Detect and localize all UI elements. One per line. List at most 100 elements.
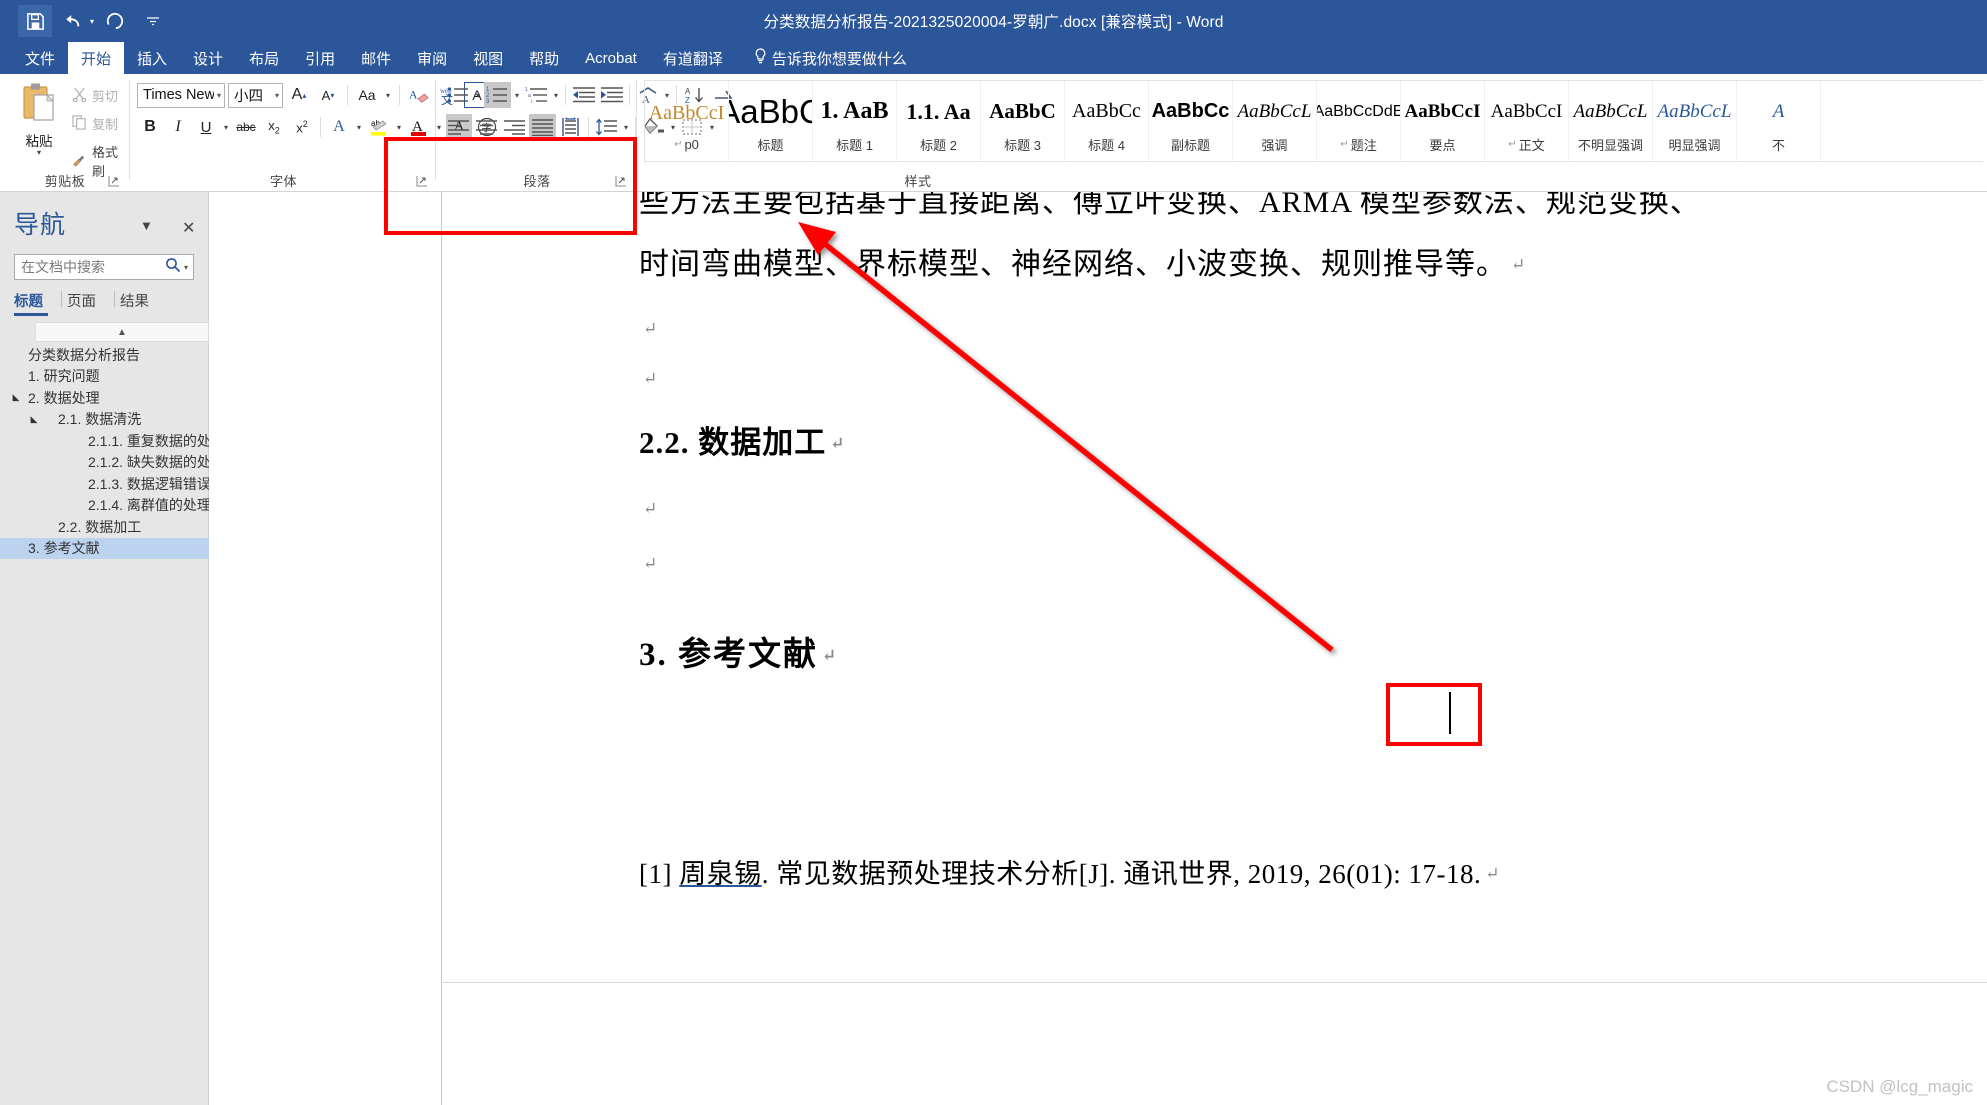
style-item[interactable]: AaBbC 标题 [729,81,813,161]
change-case-dropdown-icon[interactable]: ▾ [383,91,393,100]
subscript-button[interactable]: x2 [261,114,287,140]
tab-youdao-translate[interactable]: 有道翻译 [650,42,736,74]
navigation-outline-item[interactable]: 2.1.1. 重复数据的处理 [0,430,225,452]
navigation-pane-collapse-icon[interactable]: ▼ [140,218,153,233]
tab-mailings[interactable]: 邮件 [348,42,404,74]
paragraph-dialog-launcher[interactable] [615,175,629,189]
search-icon[interactable] [165,257,181,278]
style-item[interactable]: AaBbCcI 要点 [1401,81,1485,161]
style-item[interactable]: AaBbCc 副标题 [1149,81,1233,161]
font-dialog-launcher[interactable] [416,175,430,189]
increase-indent-button[interactable] [598,82,625,108]
paste-dropdown-icon[interactable]: ▾ [10,149,68,157]
navigation-search-input[interactable]: 在文档中搜索 [21,257,165,277]
line-spacing-button[interactable] [593,114,620,140]
tab-review[interactable]: 审阅 [404,42,460,74]
text-effects-button[interactable]: A [326,114,352,140]
multilevel-list-dropdown-icon[interactable]: ▾ [551,91,561,100]
expand-collapse-triangle-icon[interactable]: ◢ [10,392,22,403]
redo-button[interactable] [98,5,132,37]
italic-button[interactable]: I [165,114,191,140]
style-item[interactable]: AaBbCcDdE ↵ 题注 [1317,81,1401,161]
multilevel-list-button[interactable]: 1ai [523,82,550,108]
navigation-outline-item[interactable]: 3. 参考文献 [0,537,209,559]
navigation-outline-item[interactable]: 1. 研究问题 [0,366,209,388]
shrink-font-button[interactable]: A ▾ [315,82,341,108]
styles-gallery[interactable]: AaBbCcI↵p0AaBbC标题1. AaB标题 11.1. Aa标题 2Aa… [644,80,1983,162]
nav-tab-headings[interactable]: 标题 [14,290,62,316]
bullets-button[interactable] [445,82,472,108]
reference-author-link[interactable]: 周泉锡 [679,859,762,889]
nav-tab-pages[interactable]: 页面 [67,290,115,316]
font-color-button[interactable]: A [406,114,432,140]
font-size-dropdown-icon[interactable]: ▾ [272,91,279,100]
nav-tab-results[interactable]: 结果 [120,290,162,316]
text-highlight-button[interactable]: ab [366,114,392,140]
strikethrough-button[interactable]: abc [233,114,259,140]
tab-design[interactable]: 设计 [180,42,236,74]
tab-layout[interactable]: 布局 [236,42,292,74]
tab-home[interactable]: 开始 [68,42,125,74]
tab-insert[interactable]: 插入 [124,42,180,74]
style-item[interactable]: AaBbCcL 明显强调 [1653,81,1737,161]
numbering-button[interactable]: 123 [484,82,511,108]
text-effects-dropdown-icon[interactable]: ▾ [354,123,364,132]
font-name-combobox[interactable]: Times New R ▾ [137,82,225,108]
style-item[interactable]: AaBbCcL 强调 [1233,81,1317,161]
style-item[interactable]: AaBbCcI ↵ 正文 [1485,81,1569,161]
style-item[interactable]: AaBbC 标题 3 [981,81,1065,161]
text-highlight-dropdown-icon[interactable]: ▾ [394,123,404,132]
align-left-button[interactable] [445,114,472,140]
grow-font-button[interactable]: A ▴ [286,82,312,108]
tab-view[interactable]: 视图 [460,42,516,74]
style-item[interactable]: AaBbCcI ↵ p0 [645,81,729,161]
decrease-indent-button[interactable] [570,82,597,108]
style-item[interactable]: AaBbCcL 不明显强调 [1569,81,1653,161]
navigation-search-box[interactable]: 在文档中搜索 ▾ [14,254,194,280]
bold-button[interactable]: B [137,114,163,140]
align-center-button[interactable] [473,114,500,140]
copy-button[interactable]: 复制 [72,114,118,133]
paste-button[interactable]: 粘贴 ▾ [10,82,68,157]
clipboard-dialog-launcher[interactable] [108,175,122,189]
superscript-button[interactable]: x2 [289,114,315,140]
style-item[interactable]: A不 [1737,81,1821,161]
underline-button[interactable]: U [193,114,219,140]
distribute-button[interactable] [557,114,584,140]
save-button[interactable] [18,5,52,37]
line-spacing-dropdown-icon[interactable]: ▾ [621,123,631,132]
customize-qat-button[interactable] [136,5,170,37]
undo-dropdown-icon[interactable]: ▾ [90,17,94,26]
tab-file[interactable]: 文件 [12,42,68,74]
align-right-button[interactable] [501,114,528,140]
numbering-dropdown-icon[interactable]: ▾ [512,91,522,100]
navigation-outline-item[interactable]: 2.1.4. 离群值的处理 [0,495,211,517]
justify-button[interactable] [529,114,556,140]
navigation-outline-item[interactable]: ◢ 2.1. 数据清洗 [0,409,209,431]
chevron-down-icon[interactable]: ▾ [181,263,191,272]
tab-help[interactable]: 帮助 [516,42,572,74]
cut-button[interactable]: 剪切 [72,86,118,105]
style-item[interactable]: 1. AaB 标题 1 [813,81,897,161]
navigation-scroll-up-handle[interactable]: ▲ [35,322,209,342]
navigation-outline-item[interactable]: 2.1.3. 数据逻辑错误 [0,473,211,495]
bullets-dropdown-icon[interactable]: ▾ [473,91,483,100]
style-item[interactable]: 1.1. Aa 标题 2 [897,81,981,161]
change-case-button[interactable]: Aa [354,82,380,108]
font-name-dropdown-icon[interactable]: ▾ [214,91,221,100]
navigation-outline-item[interactable]: 2.1.2. 缺失数据的处理 [0,452,225,474]
tell-me-box[interactable]: 告诉我你想要做什么 [736,42,920,74]
expand-collapse-triangle-icon[interactable]: ◢ [28,414,40,425]
underline-dropdown-icon[interactable]: ▾ [221,123,231,132]
style-item[interactable]: AaBbCc 标题 4 [1065,81,1149,161]
navigation-outline-item[interactable]: ◢ 2. 数据处理 [0,387,209,409]
document-area[interactable]: 些方法主要包括基于直接距离、傅立叶变换、ARMA 模型参数法、规范变换、 时间弯曲… [209,192,1987,1105]
navigation-outline-item[interactable]: 2.2. 数据加工 [0,516,209,538]
undo-button[interactable] [56,5,90,37]
tab-references[interactable]: 引用 [292,42,348,74]
font-size-combobox[interactable]: 小四 ▾ [228,82,283,108]
document-page[interactable]: 些方法主要包括基于直接距离、傅立叶变换、ARMA 模型参数法、规范变换、 时间弯曲… [443,192,1987,1105]
navigation-pane-close-icon[interactable]: ✕ [182,218,195,238]
clear-formatting-button[interactable]: A [406,82,432,108]
tab-acrobat[interactable]: Acrobat [572,42,650,74]
